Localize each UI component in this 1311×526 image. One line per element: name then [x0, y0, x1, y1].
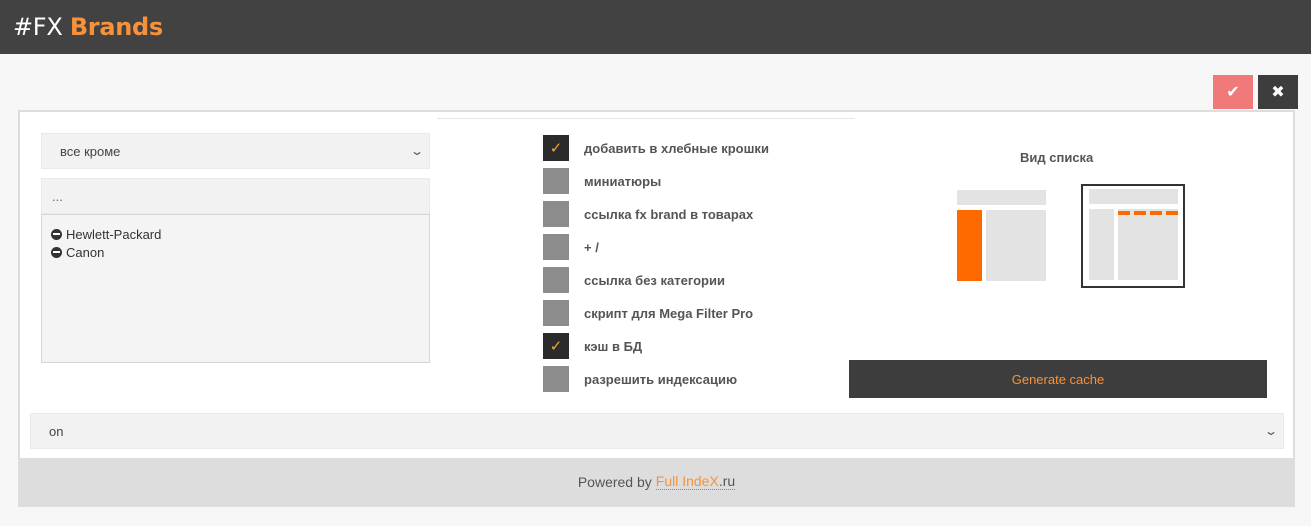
layout-block — [986, 210, 1046, 281]
status-select[interactable]: on ⌄ — [30, 413, 1284, 449]
view-option-top-bar[interactable] — [1081, 184, 1185, 288]
layout-sidebar-accent — [957, 210, 982, 281]
footer-text: Powered by — [577, 473, 652, 490]
layout-topbar-accent — [1150, 211, 1162, 215]
app-title-accent: Brands — [69, 13, 163, 41]
option-no-category-link: ссылка без категории — [543, 267, 725, 293]
brand-item-hewlett-packard[interactable]: Hewlett-Packard — [51, 225, 429, 243]
view-title: Вид списка — [1020, 150, 1094, 165]
option-breadcrumbs: ✓ добавить в хлебные крошки — [543, 135, 769, 161]
option-checkbox[interactable]: ✓ — [543, 135, 569, 161]
layout-block — [1118, 209, 1178, 280]
option-checkbox[interactable] — [543, 300, 569, 326]
footer-link-tld: .ru — [718, 473, 736, 489]
footer: Powered by Full IndeX.ru — [20, 458, 1293, 505]
option-checkbox[interactable] — [543, 267, 569, 293]
layout-topbar-accent — [1118, 211, 1130, 215]
check-icon: ✓ — [549, 140, 563, 157]
option-label: скрипт для Mega Filter Pro — [584, 305, 754, 321]
option-checkbox[interactable]: ✓ — [543, 333, 569, 359]
layout-block — [1089, 209, 1114, 280]
layout-topbar-accent — [1166, 211, 1178, 215]
option-label: разрешить индексацию — [584, 371, 738, 387]
close-icon: ✖ — [1271, 84, 1285, 101]
view-option-sidebar[interactable] — [954, 184, 1058, 288]
option-trailing-slash: + / — [543, 234, 599, 260]
option-checkbox[interactable] — [543, 201, 569, 227]
remove-icon[interactable] — [51, 228, 62, 240]
brand-search-placeholder: ... — [52, 188, 63, 204]
option-label: ссылка без категории — [584, 272, 725, 288]
chevron-down-icon: ⌄ — [1263, 424, 1279, 438]
brand-list: Hewlett-Packard Canon — [41, 214, 430, 363]
remove-icon[interactable] — [51, 246, 62, 258]
option-checkbox[interactable] — [543, 366, 569, 392]
option-mega-filter-script: скрипт для Mega Filter Pro — [543, 300, 753, 326]
check-icon: ✔ — [1226, 84, 1240, 101]
option-thumbnails: миниатюры — [543, 168, 661, 194]
brand-item-label: Canon — [66, 244, 105, 260]
option-brand-link: ссылка fx brand в товарах — [543, 201, 753, 227]
layout-block — [1089, 189, 1178, 204]
app-title: #FX Brands — [13, 13, 163, 41]
chevron-down-icon: ⌄ — [409, 144, 425, 158]
option-allow-indexing: разрешить индексацию — [543, 366, 737, 392]
option-label: добавить в хлебные крошки — [584, 140, 769, 156]
brand-item-label: Hewlett-Packard — [66, 226, 162, 242]
option-db-cache: ✓ кэш в БД — [543, 333, 642, 359]
brand-search-input[interactable]: ... — [41, 178, 430, 214]
footer-link-main: Full IndeX — [655, 473, 719, 489]
layout-topbar-accent — [1134, 211, 1146, 215]
option-label: миниатюры — [584, 173, 662, 189]
option-label: кэш в БД — [584, 338, 643, 354]
generate-cache-button[interactable]: Generate cache — [849, 360, 1267, 398]
status-select-value: on — [49, 423, 64, 439]
brand-item-canon[interactable]: Canon — [51, 243, 429, 261]
save-button[interactable]: ✔ — [1213, 75, 1253, 109]
option-label: ссылка fx brand в товарах — [584, 206, 754, 222]
brand-mode-select[interactable]: все кроме ⌄ — [41, 133, 430, 169]
close-button[interactable]: ✖ — [1258, 75, 1298, 109]
top-bar: #FX Brands — [0, 0, 1311, 54]
layout-block — [957, 190, 1046, 205]
footer-link[interactable]: Full IndeX.ru — [655, 473, 736, 490]
option-checkbox[interactable] — [543, 234, 569, 260]
divider — [437, 118, 855, 119]
option-label: + / — [584, 239, 599, 255]
option-checkbox[interactable] — [543, 168, 569, 194]
brand-mode-value: все кроме — [60, 143, 121, 159]
check-icon: ✓ — [549, 338, 563, 355]
settings-panel: все кроме ⌄ ... Hewlett-Packard Canon ✓ … — [18, 110, 1295, 507]
app-title-prefix: #FX — [13, 13, 63, 41]
